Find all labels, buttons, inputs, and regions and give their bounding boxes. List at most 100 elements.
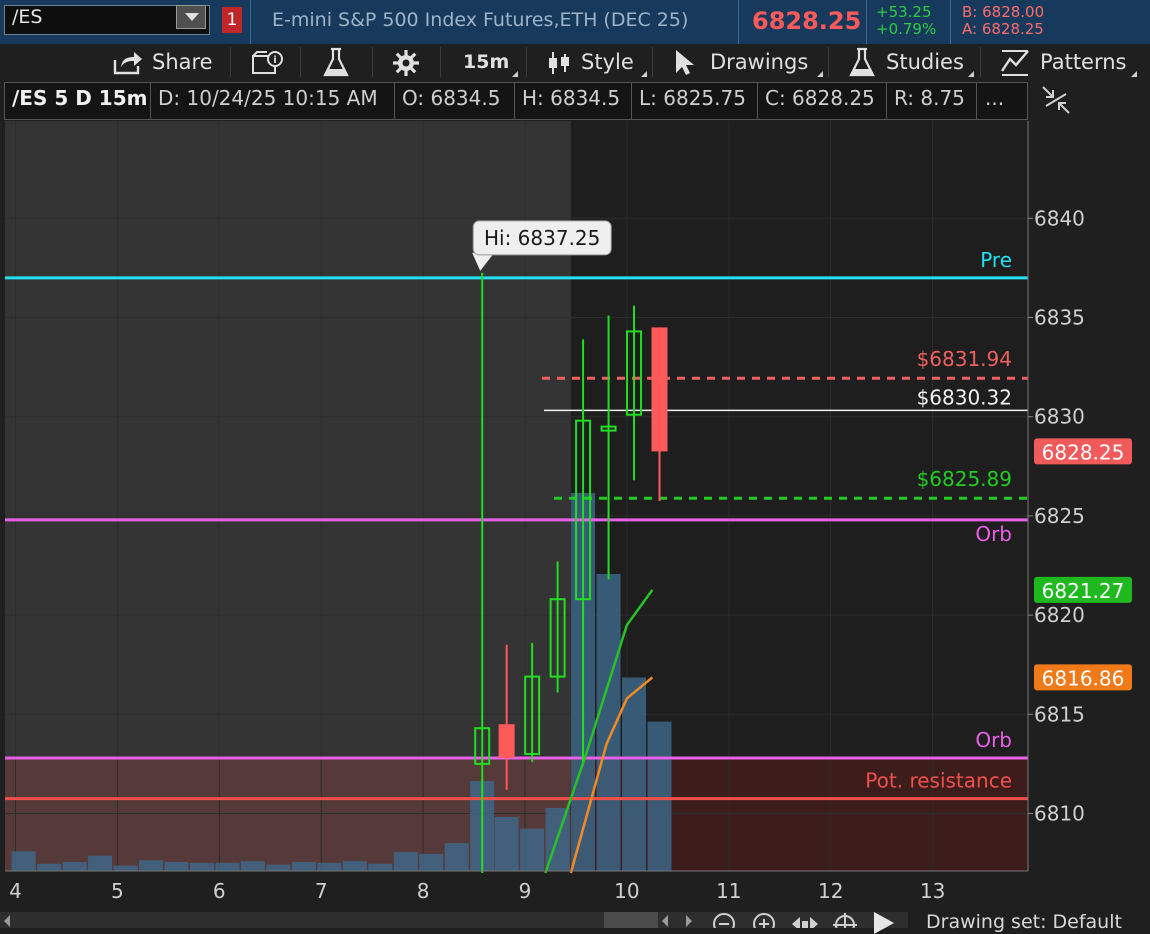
chart-label: /ES 5 D 15m — [12, 86, 148, 110]
percent-change: +0.79% — [876, 20, 937, 38]
level-label: Pot. resistance — [865, 769, 1012, 793]
divider — [652, 47, 653, 77]
scroll-forward-icon[interactable] — [686, 915, 692, 927]
corner-indicator — [1131, 71, 1137, 77]
divider — [976, 82, 977, 120]
divider — [757, 82, 758, 120]
level-label: $6830.32 — [917, 385, 1012, 409]
studies-flask-icon — [848, 47, 876, 83]
crosshair-icon[interactable] — [832, 912, 858, 934]
zoom-in-icon[interactable] — [752, 912, 776, 934]
x-tick-label: 8 — [417, 879, 430, 903]
y-tick-label: 6830 — [1034, 405, 1085, 429]
scrollbar-thumb[interactable] — [604, 912, 658, 928]
price-chart[interactable]: Pre Orb Orb Pot. resistance $6831.94 $6830.32… — [0, 120, 1150, 910]
x-tick-label: 12 — [818, 879, 843, 903]
x-tick-label: 7 — [315, 879, 328, 903]
scroll-left-icon[interactable] — [4, 915, 10, 927]
drawings-button[interactable]: Drawings — [710, 44, 808, 80]
alert-badge[interactable]: 1 — [222, 7, 242, 33]
divider — [980, 47, 981, 77]
level-label: $6831.94 — [917, 347, 1012, 371]
volume-bar — [622, 677, 647, 871]
gear-icon[interactable] — [392, 49, 420, 81]
volume-bar — [494, 817, 519, 871]
candle-body — [498, 724, 515, 758]
symbol-text: /ES — [12, 6, 43, 28]
y-tick-label: 6825 — [1034, 504, 1085, 528]
timeframe-button[interactable]: 15m — [463, 44, 509, 80]
more-button[interactable]: ... — [985, 86, 1004, 110]
volume-bar — [139, 860, 164, 871]
style-button[interactable]: Style — [581, 44, 634, 80]
candle-style-icon — [546, 50, 572, 80]
annotation-text: Hi: 6837.25 — [484, 226, 600, 250]
drawing-set-selector[interactable]: Drawing set: Default — [926, 911, 1122, 933]
volume-bar — [291, 862, 316, 871]
volume-bar — [113, 865, 138, 871]
corner-indicator — [512, 71, 518, 77]
patterns-icon — [1000, 47, 1032, 81]
x-tick-label: 6 — [213, 879, 226, 903]
volume-bar — [37, 863, 62, 871]
divider — [372, 47, 373, 77]
divider — [250, 0, 251, 44]
divider — [514, 82, 515, 120]
x-tick-label: 11 — [716, 879, 741, 903]
patterns-button[interactable]: Patterns — [1040, 44, 1127, 80]
divider — [300, 47, 301, 77]
divider — [886, 82, 887, 120]
price-badge-text: 6828.25 — [1042, 440, 1125, 464]
level-label: $6825.89 — [917, 467, 1012, 491]
x-tick-label: 10 — [614, 879, 639, 903]
price-badge-text: 6816.86 — [1042, 666, 1125, 690]
cursor-icon — [674, 48, 696, 80]
chart-info-icon[interactable]: i — [251, 50, 285, 80]
divider — [950, 0, 951, 44]
divider — [631, 82, 632, 120]
price-badge-text: 6821.27 — [1042, 579, 1125, 603]
bar-high: H: 6834.5 — [522, 86, 621, 110]
bar-close: C: 6828.25 — [765, 86, 875, 110]
share-button[interactable]: Share — [152, 44, 213, 80]
collapse-arrows-icon[interactable] — [1040, 84, 1072, 120]
divider — [230, 47, 231, 77]
ask-price: A: 6828.25 — [962, 20, 1044, 38]
volume-bar — [317, 862, 342, 871]
volume-bar — [189, 862, 214, 871]
level-label: Orb — [975, 728, 1012, 752]
candle-body — [651, 327, 668, 452]
bar-open: O: 6834.5 — [402, 86, 501, 110]
level-label: Orb — [975, 522, 1012, 546]
volume-bar — [393, 852, 418, 871]
x-tick-label: 13 — [920, 879, 945, 903]
play-icon[interactable] — [874, 912, 894, 934]
pan-arrows-icon[interactable] — [790, 912, 820, 932]
divider — [150, 82, 151, 120]
divider — [866, 0, 867, 44]
y-tick-label: 6810 — [1034, 802, 1085, 826]
corner-indicator — [641, 71, 647, 77]
scroll-back-icon[interactable] — [662, 915, 668, 927]
price-badge: 6821.27 — [1034, 576, 1132, 603]
volume-bar — [444, 843, 469, 871]
bar-date: D: 10/24/25 10:15 AM — [158, 86, 378, 110]
y-tick-label: 6820 — [1034, 603, 1085, 627]
y-tick-label: 6835 — [1034, 306, 1085, 330]
studies-button[interactable]: Studies — [886, 44, 964, 80]
flask-icon[interactable] — [322, 47, 350, 83]
bid-price: B: 6828.00 — [962, 3, 1045, 21]
corner-indicator — [968, 71, 974, 77]
share-icon — [112, 48, 144, 80]
bar-range: R: 8.75 — [894, 86, 965, 110]
net-change: +53.25 — [876, 3, 932, 21]
level-label: Pre — [980, 248, 1012, 272]
symbol-dropdown-button[interactable] — [176, 5, 206, 29]
x-tick-label: 4 — [9, 879, 22, 903]
y-tick-label: 6840 — [1034, 206, 1085, 230]
last-price: 6828.25 — [752, 7, 862, 35]
volume-bar — [419, 853, 444, 871]
zoom-out-icon[interactable] — [712, 912, 736, 934]
y-tick-label: 6815 — [1034, 702, 1085, 726]
divider — [526, 47, 527, 77]
